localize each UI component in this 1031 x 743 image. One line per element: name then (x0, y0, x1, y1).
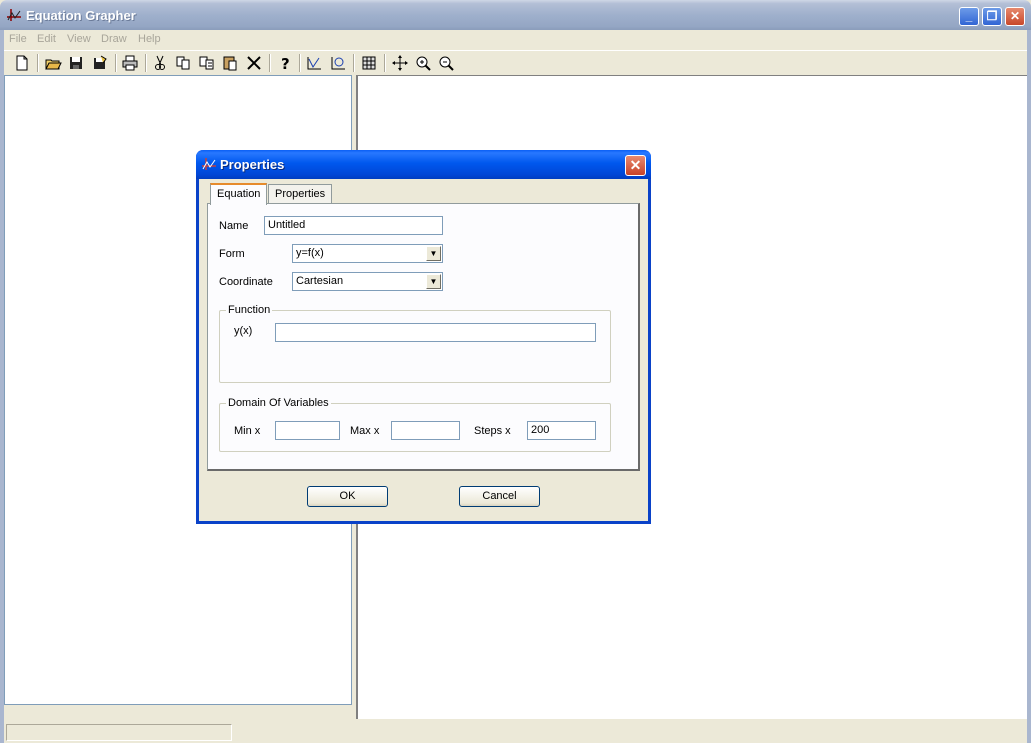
save-icon[interactable] (67, 54, 85, 72)
menu-bar: File Edit View Draw Help (4, 30, 1027, 49)
status-panel (6, 724, 232, 741)
paste-icon[interactable] (221, 54, 239, 72)
minimize-button[interactable]: _ (959, 7, 979, 26)
cancel-button[interactable]: Cancel (459, 486, 540, 507)
toolbar-separator (269, 54, 271, 72)
minx-label: Min x (234, 425, 261, 437)
function-groupbox: Function y(x) (219, 304, 611, 383)
equation-tab-panel: Name Untitled Form y=f(x) ▼ Coordinate C… (207, 203, 640, 471)
app-graph-icon (7, 9, 21, 21)
dialog-title: Properties (220, 157, 285, 172)
menu-help[interactable]: Help (138, 33, 161, 45)
app-title: Equation Grapher (26, 8, 136, 23)
toolbar-separator (145, 54, 147, 72)
domain-group-label: Domain Of Variables (226, 397, 331, 409)
maxx-label: Max x (350, 425, 380, 437)
open-folder-icon[interactable] (44, 54, 62, 72)
dialog-title-bar[interactable]: Properties ✕ (196, 150, 651, 179)
properties-dialog: Properties ✕ Equation Properties Name Un… (196, 150, 651, 524)
save-as-icon[interactable] (91, 54, 109, 72)
function-input[interactable] (275, 323, 596, 342)
steps-label: Steps x (474, 425, 511, 437)
ok-button[interactable]: OK (307, 486, 388, 507)
menu-view[interactable]: View (67, 33, 91, 45)
toolbar-separator (115, 54, 117, 72)
chevron-down-icon[interactable]: ▼ (426, 274, 441, 289)
graph-fit-icon[interactable] (329, 54, 347, 72)
axes-icon[interactable] (305, 54, 323, 72)
window-frame-right (1027, 30, 1031, 743)
name-label: Name (219, 220, 249, 232)
menu-file[interactable]: File (9, 33, 27, 45)
name-input[interactable]: Untitled (264, 216, 443, 235)
toolbar-separator (384, 54, 386, 72)
tab-equation[interactable]: Equation (210, 183, 268, 205)
yx-label: y(x) (234, 325, 253, 337)
pan-icon[interactable] (391, 54, 409, 72)
zoom-out-icon[interactable] (437, 54, 455, 72)
new-file-icon[interactable] (13, 54, 31, 72)
maxx-input[interactable] (391, 421, 460, 440)
svg-text:?: ? (281, 55, 290, 72)
delete-icon[interactable] (245, 54, 263, 72)
tab-properties[interactable]: Properties (268, 184, 333, 204)
steps-input[interactable]: 200 (527, 421, 596, 440)
form-label: Form (219, 248, 245, 260)
copy-special-icon[interactable] (198, 54, 216, 72)
toolbar-separator (353, 54, 355, 72)
toolbar-separator (37, 54, 39, 72)
domain-groupbox: Domain Of Variables Min x Max x Steps x … (219, 397, 611, 452)
coordinate-select[interactable]: Cartesian ▼ (292, 272, 443, 291)
dialog-close-button[interactable]: ✕ (625, 155, 646, 176)
form-select[interactable]: y=f(x) ▼ (292, 244, 443, 263)
main-title-bar: Equation Grapher _ ❐ ✕ (0, 0, 1031, 30)
restore-button[interactable]: ❐ (982, 7, 1002, 26)
grid-icon[interactable] (360, 54, 378, 72)
close-button[interactable]: ✕ (1005, 7, 1025, 26)
zoom-in-icon[interactable] (414, 54, 432, 72)
print-icon[interactable] (121, 54, 139, 72)
toolbar-separator (299, 54, 301, 72)
menu-edit[interactable]: Edit (37, 33, 56, 45)
help-icon[interactable]: ? (276, 54, 294, 72)
chevron-down-icon[interactable]: ▼ (426, 246, 441, 261)
coordinate-label: Coordinate (219, 276, 273, 288)
toolbar: ? (4, 50, 1027, 76)
status-bar (4, 720, 1027, 743)
function-group-label: Function (226, 304, 273, 316)
copy-icon[interactable] (174, 54, 192, 72)
cut-icon[interactable] (151, 54, 169, 72)
minx-input[interactable] (275, 421, 340, 440)
app-graph-icon (202, 158, 216, 170)
menu-draw[interactable]: Draw (101, 33, 127, 45)
